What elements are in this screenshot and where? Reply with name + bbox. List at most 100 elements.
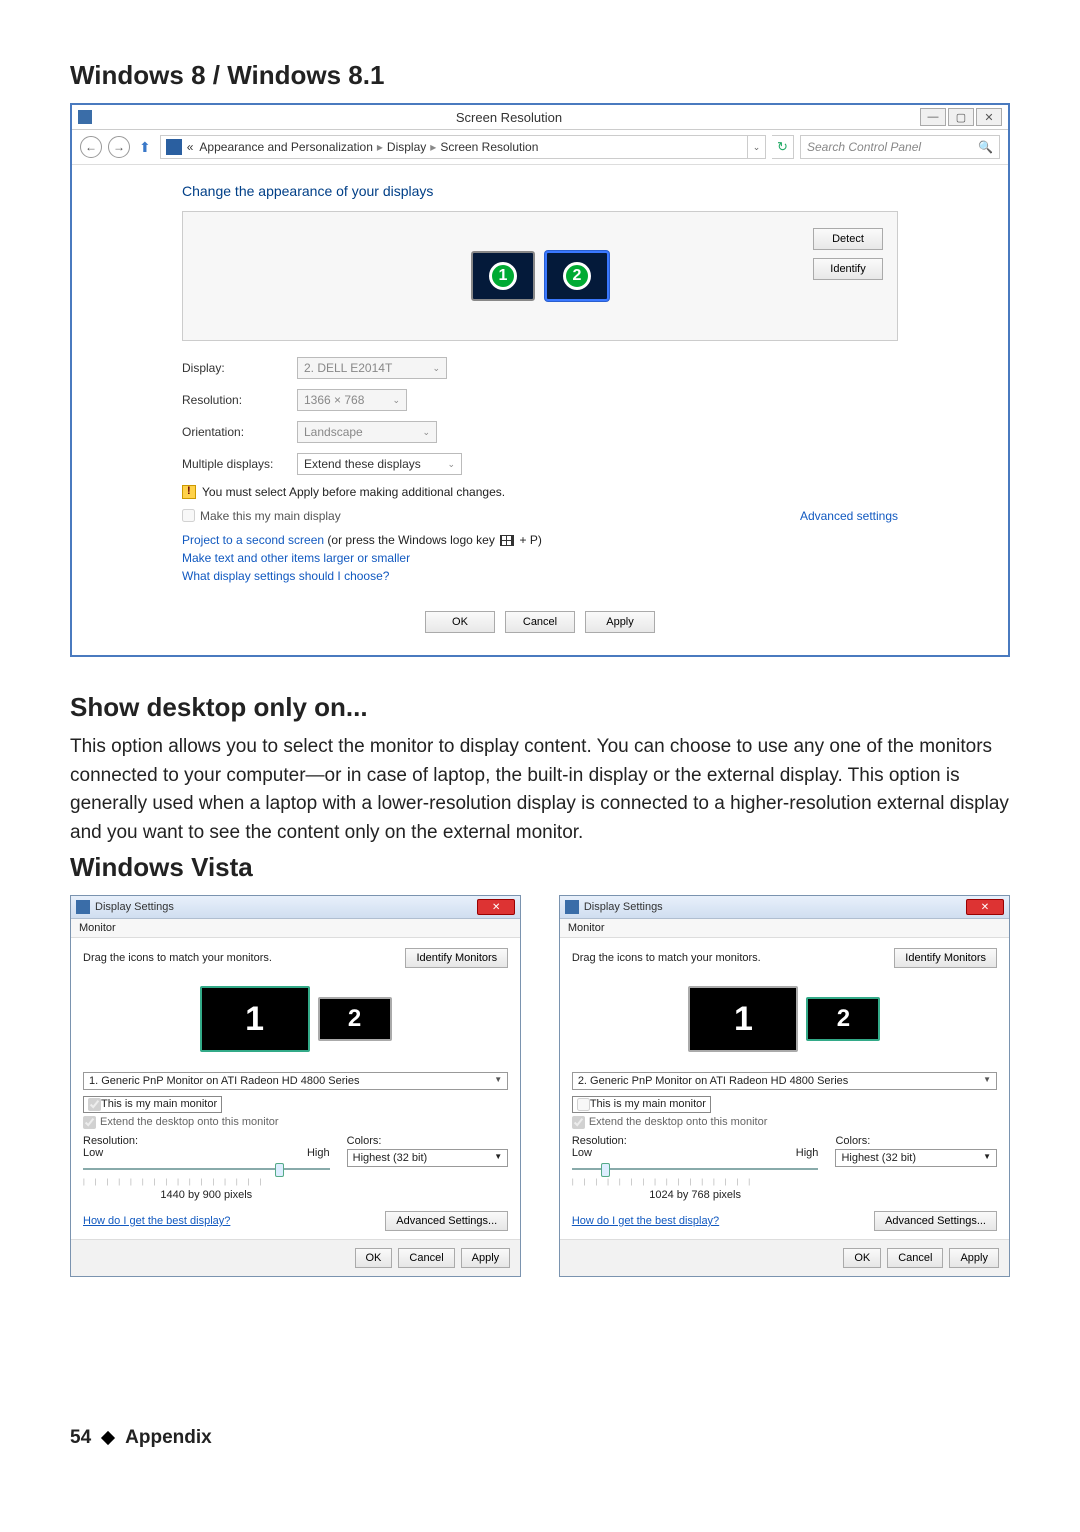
colors-dropdown[interactable]: Highest (32 bit)▼	[347, 1149, 509, 1167]
colors-dropdown[interactable]: Highest (32 bit)▼	[835, 1149, 997, 1167]
main-monitor-label: This is my main monitor	[590, 1098, 706, 1111]
chevron-down-icon: ⌄	[414, 427, 430, 438]
multiple-displays-dropdown[interactable]: Extend these displays⌄	[297, 453, 462, 475]
identify-monitors-button[interactable]: Identify Monitors	[894, 948, 997, 968]
breadcrumb-l3[interactable]: Screen Resolution	[440, 140, 538, 154]
monitor-2[interactable]: 2	[318, 997, 392, 1041]
window-title: Display Settings	[95, 901, 477, 913]
main-monitor-checkbox[interactable]: This is my main monitor	[572, 1096, 711, 1113]
monitor-tab[interactable]: Monitor	[71, 919, 520, 938]
chevron-down-icon: ▼	[983, 1152, 991, 1164]
ok-button[interactable]: OK	[843, 1248, 881, 1268]
extend-desktop-label: Extend the desktop onto this monitor	[100, 1116, 279, 1129]
section-heading-vista: Windows Vista	[70, 852, 1010, 883]
cancel-button[interactable]: Cancel	[398, 1248, 454, 1268]
section-body-show-desktop: This option allows you to select the mon…	[70, 733, 1010, 847]
main-display-checkbox-input[interactable]	[182, 509, 195, 522]
chevron-down-icon: ▼	[494, 1075, 502, 1087]
up-button[interactable]: ⬆	[136, 139, 154, 156]
monitor-2[interactable]: 2	[545, 251, 609, 301]
page-number: 54	[70, 1427, 91, 1449]
breadcrumb-l2[interactable]: Display	[387, 140, 426, 154]
vista-display-settings-right: Display Settings ✕ Monitor Drag the icon…	[559, 895, 1010, 1277]
page-heading: Change the appearance of your displays	[182, 183, 898, 199]
main-display-checkbox-label: Make this my main display	[200, 509, 341, 523]
monitor-tab[interactable]: Monitor	[560, 919, 1009, 938]
forward-button[interactable]: →	[108, 136, 130, 158]
detect-button[interactable]: Detect	[813, 228, 883, 250]
search-input[interactable]: Search Control Panel 🔍	[800, 135, 1000, 159]
cancel-button[interactable]: Cancel	[505, 611, 575, 633]
apply-button[interactable]: Apply	[585, 611, 655, 633]
monitor-dropdown[interactable]: 1. Generic PnP Monitor on ATI Radeon HD …	[83, 1072, 508, 1090]
refresh-button[interactable]: ↻	[772, 135, 794, 159]
diamond-icon	[101, 1431, 115, 1445]
monitor-dropdown-value: 1. Generic PnP Monitor on ATI Radeon HD …	[89, 1075, 359, 1087]
cancel-button[interactable]: Cancel	[887, 1248, 943, 1268]
vista-titlebar: Display Settings ✕	[71, 896, 520, 919]
extend-desktop-checkbox[interactable]: Extend the desktop onto this monitor	[83, 1116, 508, 1129]
display-preview[interactable]: 1 2 Detect Identify	[182, 211, 898, 341]
advanced-settings-button[interactable]: Advanced Settings...	[385, 1211, 508, 1231]
vista-titlebar: Display Settings ✕	[560, 896, 1009, 919]
best-display-help-link[interactable]: How do I get the best display?	[572, 1215, 719, 1227]
monitor-dropdown[interactable]: 2. Generic PnP Monitor on ATI Radeon HD …	[572, 1072, 997, 1090]
resolution-slider[interactable]	[83, 1161, 330, 1177]
win8-screen-resolution-window: Screen Resolution — ▢ ✕ ← → ⬆ « Appearan…	[70, 103, 1010, 657]
monitor-1-badge: 1	[489, 262, 517, 290]
back-button[interactable]: ←	[80, 136, 102, 158]
monitor-1[interactable]: 1	[471, 251, 535, 301]
resolution-slider[interactable]	[572, 1161, 819, 1177]
maximize-button[interactable]: ▢	[948, 108, 974, 126]
close-button[interactable]: ✕	[966, 899, 1004, 915]
colors-label: Colors:	[347, 1135, 509, 1147]
display-dropdown[interactable]: 2. DELL E2014T ⌄	[297, 357, 447, 379]
slider-low-label: Low	[83, 1147, 103, 1159]
orientation-dropdown[interactable]: Landscape ⌄	[297, 421, 437, 443]
display-settings-help-link[interactable]: What display settings should I choose?	[182, 569, 898, 583]
monitor-1[interactable]: 1	[200, 986, 310, 1052]
win8-titlebar: Screen Resolution — ▢ ✕	[72, 105, 1008, 130]
orientation-value: Landscape	[304, 425, 363, 439]
breadcrumb-l1[interactable]: Appearance and Personalization	[199, 140, 372, 154]
main-monitor-checkbox[interactable]: This is my main monitor	[83, 1096, 222, 1113]
page-footer: 54 Appendix	[70, 1427, 1010, 1449]
apply-button[interactable]: Apply	[949, 1248, 999, 1268]
resolution-dropdown[interactable]: 1366 × 768⌄	[297, 389, 407, 411]
make-text-larger-link[interactable]: Make text and other items larger or smal…	[182, 551, 898, 565]
chevron-down-icon: ⌄	[424, 363, 440, 374]
colors-label: Colors:	[835, 1135, 997, 1147]
window-icon	[565, 900, 579, 914]
ok-button[interactable]: OK	[355, 1248, 393, 1268]
breadcrumb[interactable]: « Appearance and Personalization ▸ Displ…	[160, 135, 766, 159]
apply-button[interactable]: Apply	[461, 1248, 511, 1268]
multiple-displays-label: Multiple displays:	[182, 457, 297, 471]
identify-button[interactable]: Identify	[813, 258, 883, 280]
main-display-checkbox[interactable]: Make this my main display	[182, 509, 341, 523]
colors-value: Highest (32 bit)	[353, 1152, 428, 1164]
slider-thumb[interactable]	[275, 1163, 284, 1177]
monitor-2[interactable]: 2	[806, 997, 880, 1041]
identify-monitors-button[interactable]: Identify Monitors	[405, 948, 508, 968]
close-button[interactable]: ✕	[976, 108, 1002, 126]
close-button[interactable]: ✕	[477, 899, 515, 915]
extend-desktop-checkbox[interactable]: Extend the desktop onto this monitor	[572, 1116, 997, 1129]
ok-button[interactable]: OK	[425, 611, 495, 633]
monitor-1[interactable]: 1	[688, 986, 798, 1052]
minimize-button[interactable]: —	[920, 108, 946, 126]
project-second-screen-link[interactable]: Project to a second screen	[182, 533, 324, 547]
resolution-label: Resolution:	[182, 393, 297, 407]
best-display-help-link[interactable]: How do I get the best display?	[83, 1215, 230, 1227]
display-value: 2. DELL E2014T	[304, 361, 392, 375]
control-panel-icon	[166, 139, 182, 155]
chevron-right-icon: ▸	[430, 140, 436, 154]
slider-thumb[interactable]	[601, 1163, 610, 1177]
monitor-2-badge: 2	[563, 262, 591, 290]
advanced-settings-button[interactable]: Advanced Settings...	[874, 1211, 997, 1231]
warning-row: You must select Apply before making addi…	[182, 485, 898, 499]
breadcrumb-dropdown-icon[interactable]: ⌄	[747, 136, 765, 158]
advanced-settings-link[interactable]: Advanced settings	[800, 509, 898, 523]
display-preview[interactable]: 1 2	[572, 974, 997, 1064]
display-preview[interactable]: 1 2	[83, 974, 508, 1064]
chevron-right-icon: ▸	[377, 140, 383, 154]
